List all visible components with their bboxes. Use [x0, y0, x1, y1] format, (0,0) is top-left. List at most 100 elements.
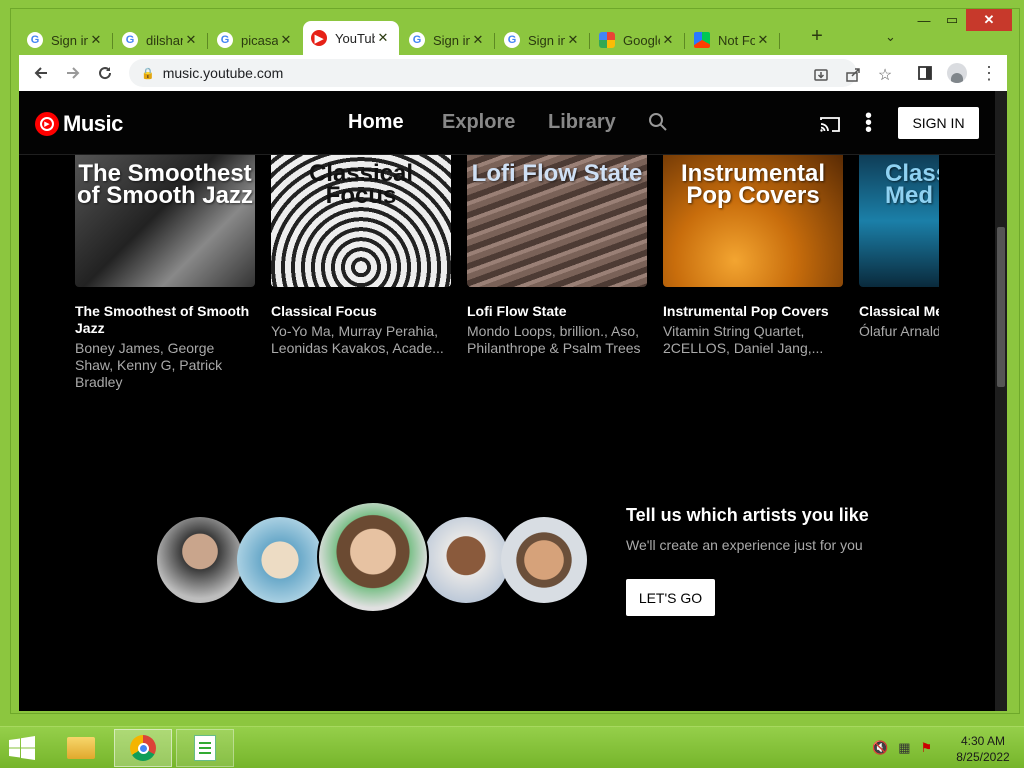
omnibox-actions: ☆: [805, 59, 901, 91]
install-app-icon[interactable]: [805, 59, 837, 91]
playlist-thumbnail[interactable]: Classical Med: [859, 155, 939, 287]
playlist-artists: Boney James, George Shaw, Kenny G, Patri…: [75, 340, 223, 390]
lets-go-button[interactable]: LET'S GO: [626, 579, 715, 616]
artist-avatar: [237, 517, 323, 603]
youtube-music-icon: ▶: [311, 30, 327, 46]
tab-sign-in-1[interactable]: G Sign in ✕: [19, 25, 113, 55]
ytm-logo-icon: ▶: [35, 112, 59, 136]
playlist-title[interactable]: The Smoothest of Smooth Jazz: [75, 303, 255, 337]
volume-muted-icon[interactable]: 🔇: [872, 740, 888, 756]
playlist-thumbnail[interactable]: Classical Focus: [271, 155, 451, 287]
tab-dilshan[interactable]: G dilshan ✕: [114, 25, 208, 55]
nav-home[interactable]: Home: [348, 111, 404, 134]
nav-explore[interactable]: Explore: [442, 111, 515, 134]
nav-library[interactable]: Library: [548, 111, 616, 134]
artist-avatar: [157, 517, 243, 603]
close-tab-icon[interactable]: ✕: [88, 32, 104, 48]
tab-not-found[interactable]: Not Found ✕: [686, 25, 780, 55]
close-tab-icon[interactable]: ✕: [565, 32, 581, 48]
artist-photos: [147, 501, 587, 621]
tab-search-chevron-icon[interactable]: ⌄: [885, 29, 896, 45]
clock-time: 4:30 AM: [960, 734, 1006, 748]
page-scrollbar[interactable]: [995, 91, 1007, 711]
lock-icon[interactable]: 🔒: [141, 67, 155, 80]
ytm-top-nav: ▶ Music Home Explore Library • • • SIGN IN: [19, 91, 995, 155]
minimize-button[interactable]: —: [911, 9, 937, 31]
google-photos-icon: [599, 32, 615, 48]
tab-strip: G Sign in ✕ G dilshan ✕ G picasa ✕ ▶ You…: [19, 21, 959, 55]
playlist-card[interactable]: The Smoothest of Smooth Jazz The Smoothe…: [75, 155, 255, 391]
playlist-thumbnail[interactable]: Lofi Flow State: [467, 155, 647, 287]
network-icon[interactable]: ▦: [898, 740, 910, 756]
playlist-title[interactable]: Classical Focus: [271, 303, 451, 320]
tab-youtube-music[interactable]: ▶ YouTube Music ✕: [303, 21, 399, 55]
bookmark-star-icon[interactable]: ☆: [869, 59, 901, 91]
playlist-thumbnail[interactable]: Instrumental Pop Covers: [663, 155, 843, 287]
share-icon[interactable]: [837, 59, 869, 91]
ytm-logo[interactable]: ▶ Music: [35, 111, 123, 137]
google-icon: G: [217, 32, 233, 48]
google-icon: G: [122, 32, 138, 48]
tab-google-photos[interactable]: Google Photos ✕: [591, 25, 685, 55]
close-tab-icon[interactable]: ✕: [755, 32, 771, 48]
sign-in-button[interactable]: SIGN IN: [898, 107, 979, 139]
playlist-artists: Ólafur Arnald Einaudi, Step: [859, 323, 939, 339]
close-tab-icon[interactable]: ✕: [278, 32, 294, 48]
menu-kebab-icon[interactable]: ⋮: [973, 57, 1005, 89]
artist-prompt-subtitle: We'll create an experience just for you: [626, 537, 863, 553]
artist-avatar: [423, 517, 509, 603]
taskbar-clock[interactable]: 4:30 AM 8/25/2022: [948, 733, 1018, 765]
cast-icon[interactable]: [819, 115, 841, 133]
address-bar[interactable]: 🔒 music.youtube.com: [129, 59, 857, 87]
playlist-thumbnail[interactable]: The Smoothest of Smooth Jazz: [75, 155, 255, 287]
tab-sign-in-2[interactable]: G Sign in ✕: [401, 25, 495, 55]
close-window-button[interactable]: ✕: [966, 9, 1012, 31]
url-text: music.youtube.com: [162, 65, 284, 81]
google-play-icon: [694, 32, 710, 48]
profile-avatar-icon[interactable]: [941, 57, 973, 89]
browser-toolbar: 🔒 music.youtube.com ☆ ⋮: [19, 55, 1007, 91]
tab-sign-in-3[interactable]: G Sign in ✕: [496, 25, 590, 55]
playlist-artists: Mondo Loops, brillion., Aso, Philanthrop…: [467, 323, 641, 356]
close-tab-icon[interactable]: ✕: [470, 32, 486, 48]
tab-picasa[interactable]: G picasa ✕: [209, 25, 302, 55]
toolbar-right: ⋮: [909, 57, 1005, 89]
taskbar: 🔇 ▦ ⚑ 4:30 AM 8/25/2022: [0, 726, 1024, 768]
playlist-carousel: The Smoothest of Smooth Jazz The Smoothe…: [75, 155, 939, 395]
playlist-artists: Yo-Yo Ma, Murray Perahia, Leonidas Kavak…: [271, 323, 444, 356]
side-panel-icon[interactable]: [909, 57, 941, 89]
close-tab-icon[interactable]: ✕: [660, 32, 676, 48]
forward-arrow-icon[interactable]: [57, 57, 89, 89]
system-tray: 🔇 ▦ ⚑: [872, 740, 932, 756]
google-icon: G: [409, 32, 425, 48]
playlist-title[interactable]: Instrumental Pop Covers: [663, 303, 843, 320]
artist-prompt-title: Tell us which artists you like: [626, 505, 869, 525]
more-options-icon[interactable]: • • •: [865, 106, 872, 140]
close-tab-icon[interactable]: ✕: [375, 30, 391, 46]
google-icon: G: [504, 32, 520, 48]
playlist-card[interactable]: Classical Med Classical Me Ólafur Arnald…: [859, 155, 939, 340]
maximize-button[interactable]: ▭: [939, 9, 965, 31]
playlist-artists: Vitamin String Quartet, 2CELLOS, Daniel …: [663, 323, 824, 356]
close-tab-icon[interactable]: ✕: [183, 32, 199, 48]
file-explorer-taskbar-icon[interactable]: [52, 729, 110, 767]
playlist-card[interactable]: Lofi Flow State Lofi Flow State Mondo Lo…: [467, 155, 647, 357]
scrollbar-thumb[interactable]: [997, 227, 1005, 387]
clock-date: 8/25/2022: [956, 750, 1010, 764]
playlist-card[interactable]: Classical Focus Classical Focus Yo-Yo Ma…: [271, 155, 451, 357]
action-center-icon[interactable]: ⚑: [920, 740, 932, 756]
playlist-title[interactable]: Lofi Flow State: [467, 303, 647, 320]
windows-start-icon[interactable]: [8, 736, 36, 760]
browser-window: G Sign in ✕ G dilshan ✕ G picasa ✕ ▶ You…: [10, 8, 1020, 714]
reload-icon[interactable]: [89, 57, 121, 89]
search-icon[interactable]: [647, 111, 669, 133]
playlist-title[interactable]: Classical Me: [859, 303, 939, 320]
playlist-card[interactable]: Instrumental Pop Covers Instrumental Pop…: [663, 155, 843, 357]
artist-avatar: [501, 517, 587, 603]
notepad-taskbar-icon[interactable]: [176, 729, 234, 767]
google-icon: G: [27, 32, 43, 48]
new-tab-button[interactable]: +: [805, 25, 829, 48]
chrome-taskbar-icon[interactable]: [114, 729, 172, 767]
back-arrow-icon[interactable]: [25, 57, 57, 89]
artist-avatar: [317, 501, 429, 613]
